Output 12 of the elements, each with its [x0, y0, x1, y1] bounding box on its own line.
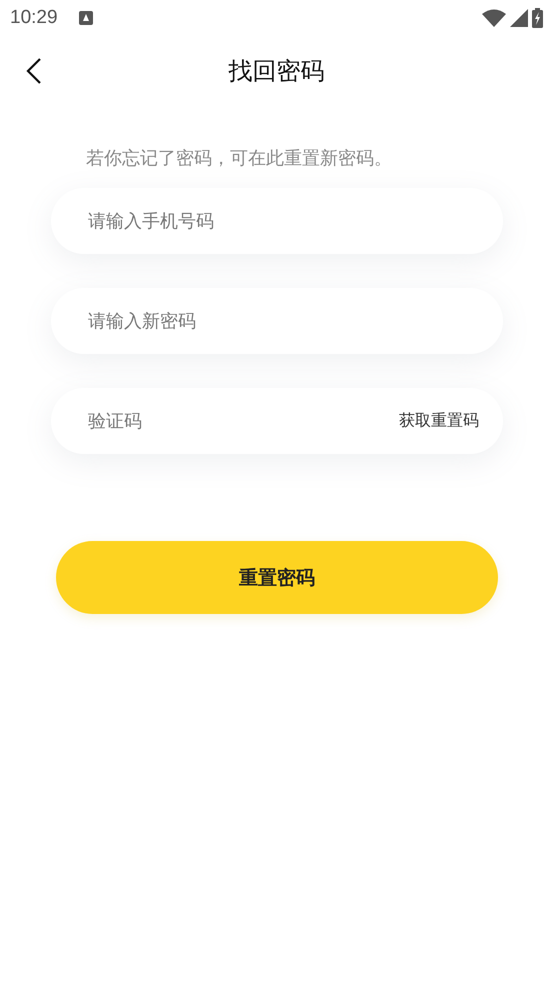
page-title: 找回密码: [228, 56, 326, 87]
get-code-button[interactable]: 获取重置码: [399, 406, 479, 436]
reset-password-button[interactable]: 重置密码: [56, 541, 498, 614]
wifi-icon: [482, 9, 506, 27]
battery-icon: [532, 8, 543, 28]
input-field[interactable]: 请输入手机号码: [51, 188, 503, 254]
status-time: 10:29: [10, 7, 58, 29]
notification-icon: [78, 10, 94, 26]
signal-icon: [510, 9, 528, 27]
hint-text: 若你忘记了密码，可在此重置新密码。: [86, 147, 393, 171]
input-field[interactable]: 请输入新密码: [51, 288, 503, 354]
back-icon: [26, 57, 42, 85]
